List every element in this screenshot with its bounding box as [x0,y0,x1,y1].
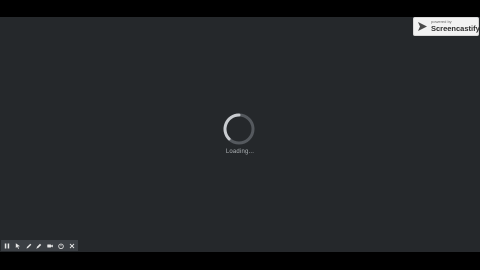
pause-button[interactable] [3,242,11,250]
camera-icon [47,244,53,247]
screencastify-logo-icon [418,22,427,31]
cursor-icon [15,242,21,249]
pause-icon [5,243,10,248]
pen-icon [26,243,32,248]
highlighter-icon [36,243,42,249]
watermark-brand: Screencastify [431,24,480,33]
recording-toolbar [1,240,78,251]
timer-button[interactable] [57,242,65,250]
timer-icon [58,243,64,249]
cursor-button[interactable] [14,242,22,250]
pen-button[interactable] [25,242,33,250]
close-icon [69,243,74,248]
loading-text: Loading... [225,149,255,155]
camera-button[interactable] [46,242,54,250]
loading-spinner [222,112,256,146]
screencastify-watermark: powered by Screencastify [414,18,480,35]
highlighter-button[interactable] [35,242,43,250]
close-button[interactable] [68,242,76,250]
letterbox-top [0,0,480,17]
letterbox-bottom [0,252,480,270]
